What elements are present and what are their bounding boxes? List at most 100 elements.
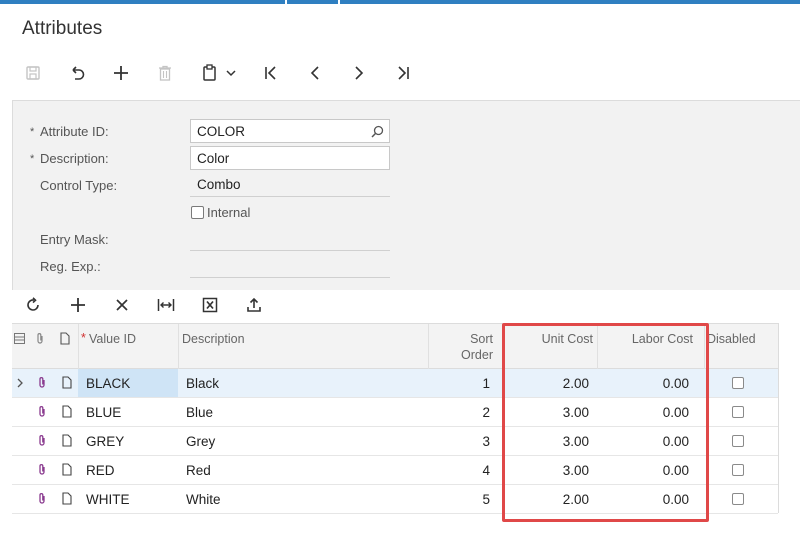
control-type-underline: [190, 196, 390, 197]
table-row[interactable]: RED Red 4 3.00 0.00: [12, 456, 778, 485]
labor-cost-cell[interactable]: 0.00: [663, 434, 689, 449]
table-row[interactable]: WHITE White 5 2.00 0.00: [12, 485, 778, 514]
labor-cost-cell[interactable]: 0.00: [663, 492, 689, 507]
value-id-cell[interactable]: RED: [86, 463, 115, 478]
control-type-value[interactable]: Combo: [197, 177, 241, 192]
reg-exp-field[interactable]: [190, 277, 390, 278]
disabled-checkbox[interactable]: [732, 435, 744, 447]
column-header-disabled[interactable]: Disabled: [707, 332, 756, 346]
attachment-icon[interactable]: [37, 463, 47, 476]
table-row[interactable]: GREY Grey 3 3.00 0.00: [12, 427, 778, 456]
description-field[interactable]: Color: [190, 146, 390, 170]
delete-row-button[interactable]: [109, 292, 135, 318]
column-header-unit-cost[interactable]: Unit Cost: [542, 332, 593, 346]
next-record-button[interactable]: [346, 60, 372, 86]
column-header-value-id[interactable]: Value ID: [89, 332, 136, 346]
required-mark: *: [30, 126, 35, 138]
reg-exp-label: Reg. Exp.:: [40, 259, 101, 274]
column-header-description[interactable]: Description: [182, 332, 245, 346]
table-row[interactable]: BLUE Blue 2 3.00 0.00: [12, 398, 778, 427]
search-icon[interactable]: [371, 125, 384, 138]
fit-columns-icon: [157, 299, 175, 311]
value-id-cell[interactable]: BLUE: [86, 405, 121, 420]
unit-cost-cell[interactable]: 3.00: [563, 405, 589, 420]
attachment-icon[interactable]: [37, 434, 47, 447]
last-record-button[interactable]: [390, 60, 416, 86]
attribute-id-field[interactable]: COLOR: [190, 119, 390, 143]
add-row-button[interactable]: [65, 292, 91, 318]
delete-button[interactable]: [152, 60, 178, 86]
sort-order-cell[interactable]: 5: [482, 492, 490, 507]
disabled-checkbox[interactable]: [732, 464, 744, 476]
entry-mask-field[interactable]: [190, 250, 390, 251]
current-row-indicator-icon: [17, 378, 23, 388]
row-selector-header-icon: [14, 333, 25, 344]
description-cell[interactable]: Black: [186, 376, 219, 391]
page-title: Attributes: [22, 18, 103, 39]
previous-record-icon: [310, 66, 319, 80]
sort-order-cell[interactable]: 3: [482, 434, 490, 449]
undo-button[interactable]: [64, 60, 90, 86]
description-cell[interactable]: Red: [186, 463, 211, 478]
value-id-cell[interactable]: BLACK: [86, 376, 130, 391]
unit-cost-cell[interactable]: 2.00: [563, 492, 589, 507]
column-header-sort-order-line2: Order: [461, 348, 493, 362]
value-id-cell[interactable]: WHITE: [86, 492, 130, 507]
add-row-icon: [71, 298, 85, 312]
note-icon[interactable]: [62, 463, 72, 476]
copy-paste-button[interactable]: [198, 60, 240, 86]
value-id-cell[interactable]: GREY: [86, 434, 124, 449]
note-icon[interactable]: [62, 405, 72, 418]
attachment-icon[interactable]: [37, 376, 47, 389]
fit-columns-button[interactable]: [153, 292, 179, 318]
undo-icon: [72, 66, 85, 80]
labor-cost-cell[interactable]: 0.00: [663, 405, 689, 420]
refresh-button[interactable]: [20, 292, 46, 318]
labor-cost-cell[interactable]: 0.00: [663, 463, 689, 478]
attachment-icon[interactable]: [37, 405, 47, 418]
attachment-icon[interactable]: [37, 492, 47, 505]
table-row[interactable]: BLACK Black 1 2.00 0.00: [12, 369, 778, 398]
chevron-down-icon: [226, 70, 236, 77]
upload-icon: [247, 297, 261, 312]
internal-checkbox[interactable]: [191, 206, 204, 219]
export-excel-icon: [202, 297, 218, 313]
description-value: Color: [197, 151, 230, 166]
add-button[interactable]: [108, 60, 134, 86]
disabled-checkbox[interactable]: [732, 493, 744, 505]
disabled-checkbox[interactable]: [732, 406, 744, 418]
save-button[interactable]: [20, 60, 46, 86]
upload-button[interactable]: [241, 292, 267, 318]
grid-right-border: [778, 323, 779, 513]
disabled-checkbox[interactable]: [732, 377, 744, 389]
description-cell[interactable]: White: [186, 492, 221, 507]
sort-order-cell[interactable]: 2: [482, 405, 490, 420]
first-record-icon: [265, 66, 276, 80]
first-record-button[interactable]: [258, 60, 284, 86]
delete-icon: [159, 65, 171, 81]
unit-cost-cell[interactable]: 3.00: [563, 434, 589, 449]
sort-order-cell[interactable]: 4: [482, 463, 490, 478]
grid-header: * Value ID Description Sort Order Unit C…: [12, 323, 778, 369]
column-header-sort-order[interactable]: Sort: [470, 332, 493, 346]
previous-record-button[interactable]: [302, 60, 328, 86]
note-icon[interactable]: [62, 434, 72, 447]
labor-cost-cell[interactable]: 0.00: [663, 376, 689, 391]
note-icon[interactable]: [62, 376, 72, 389]
note-icon[interactable]: [62, 492, 72, 505]
description-cell[interactable]: Blue: [186, 405, 213, 420]
attribute-id-value: COLOR: [197, 124, 246, 139]
column-header-labor-cost[interactable]: Labor Cost: [632, 332, 693, 346]
entry-mask-label: Entry Mask:: [40, 232, 109, 247]
control-type-label: Control Type:: [40, 178, 118, 193]
unit-cost-cell[interactable]: 2.00: [563, 376, 589, 391]
note-header-icon: [60, 332, 70, 345]
description-cell[interactable]: Grey: [186, 434, 215, 449]
sort-order-cell[interactable]: 1: [482, 376, 490, 391]
export-excel-button[interactable]: [197, 292, 223, 318]
unit-cost-cell[interactable]: 3.00: [563, 463, 589, 478]
refresh-icon: [27, 297, 39, 311]
add-icon: [114, 66, 128, 80]
internal-label: Internal: [207, 205, 251, 220]
required-mark: *: [81, 331, 86, 345]
